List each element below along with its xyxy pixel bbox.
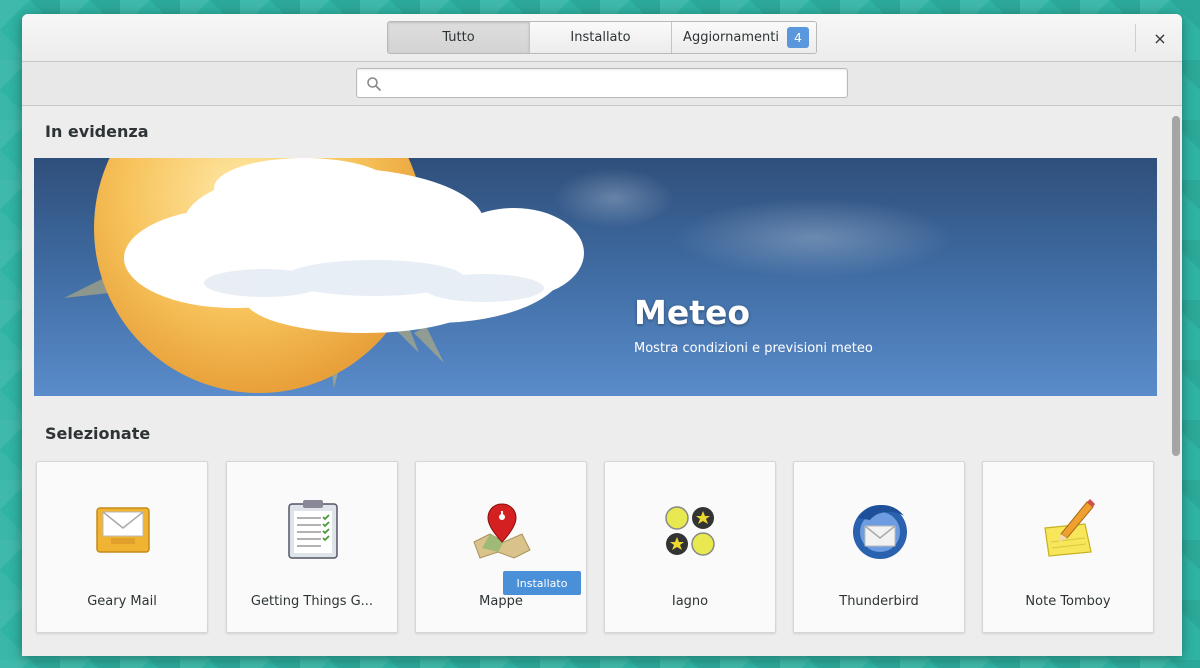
tab-installed-label: Installato xyxy=(570,30,631,45)
featured-app-description: Mostra condizioni e previsioni meteo xyxy=(634,341,873,356)
map-pin-icon xyxy=(473,503,531,559)
checklist-icon xyxy=(288,500,338,559)
tab-all-label: Tutto xyxy=(442,30,475,45)
header-separator xyxy=(1135,24,1136,52)
close-button[interactable]: × xyxy=(1150,28,1170,48)
thunderbird-icon xyxy=(853,504,907,559)
app-tile-label: Mappe xyxy=(479,594,523,609)
app-tile-iagno[interactable]: Iagno xyxy=(604,461,776,633)
app-tile-note-tomboy[interactable]: Note Tomboy xyxy=(982,461,1154,633)
app-tile-label: Getting Things G... xyxy=(250,594,374,609)
tab-updates-label: Aggiornamenti xyxy=(683,30,779,45)
app-tile-getting-things-gnome[interactable]: Getting Things G... xyxy=(226,461,398,633)
search-bar xyxy=(22,62,1182,106)
tab-updates[interactable]: Aggiornamenti 4 xyxy=(672,22,816,53)
view-switcher: Tutto Installato Aggiornamenti 4 xyxy=(387,21,817,54)
updates-count-badge: 4 xyxy=(786,27,809,48)
featured-app-name: Meteo xyxy=(634,293,751,332)
app-tile-label: Iagno xyxy=(671,594,709,609)
app-tile-label: Thunderbird xyxy=(839,594,919,609)
game-pieces-icon xyxy=(665,506,715,556)
featured-banner[interactable]: Meteo Mostra condizioni e previsioni met… xyxy=(34,158,1157,396)
app-tiles: Geary Mail Getting Things G... Installat… xyxy=(36,461,1156,633)
note-pencil-icon xyxy=(1044,499,1095,557)
featured-section-title: In evidenza xyxy=(45,122,149,141)
app-tile-label: Note Tomboy xyxy=(1025,594,1111,609)
weather-illustration xyxy=(64,158,954,393)
scrollbar-thumb[interactable] xyxy=(1172,116,1180,456)
search-input[interactable] xyxy=(387,71,842,95)
installed-badge: Installato xyxy=(503,571,581,595)
main-content: In evidenza Meteo Mostra condizioni e pr… xyxy=(22,106,1182,656)
software-window: Tutto Installato Aggiornamenti 4 × In ev… xyxy=(22,14,1182,656)
tab-all[interactable]: Tutto xyxy=(388,22,530,53)
app-tile-label: Geary Mail xyxy=(87,594,157,609)
header-bar: Tutto Installato Aggiornamenti 4 × xyxy=(22,14,1182,62)
tab-installed[interactable]: Installato xyxy=(530,22,672,53)
close-icon: × xyxy=(1153,28,1167,48)
search-box[interactable] xyxy=(356,68,848,98)
search-icon xyxy=(367,77,381,91)
picks-section-title: Selezionate xyxy=(45,424,151,443)
app-tile-thunderbird[interactable]: Thunderbird xyxy=(793,461,965,633)
mail-icon xyxy=(96,507,150,553)
app-tile-geary-mail[interactable]: Geary Mail xyxy=(36,461,208,633)
app-tile-mappe[interactable]: Installato Mappe xyxy=(415,461,587,633)
